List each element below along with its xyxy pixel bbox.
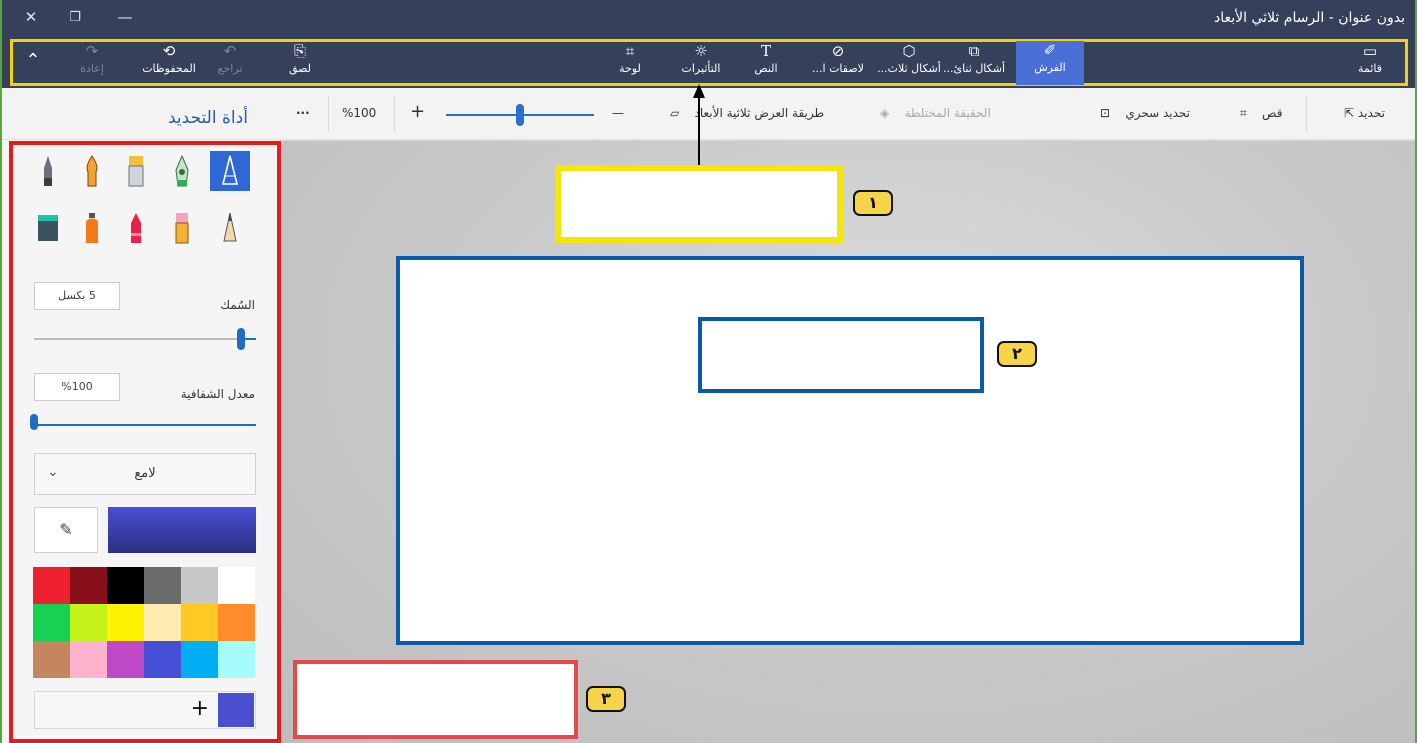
paint3d-window: بدون عنوان - الرسام ثلاثي الأبعاد ✕ ❐ — … [2, 0, 1415, 743]
badge-1: ١ [853, 190, 893, 216]
arrow-head [693, 84, 705, 98]
canvas-highlight-box [396, 256, 1304, 645]
callout-box-1 [555, 165, 843, 243]
callout-box-3 [293, 660, 578, 739]
callout-box-2 [698, 317, 984, 393]
badge-2: ٢ [997, 341, 1037, 367]
annotation-overlay [293, 84, 1304, 739]
badge-3: ٣ [586, 686, 626, 712]
